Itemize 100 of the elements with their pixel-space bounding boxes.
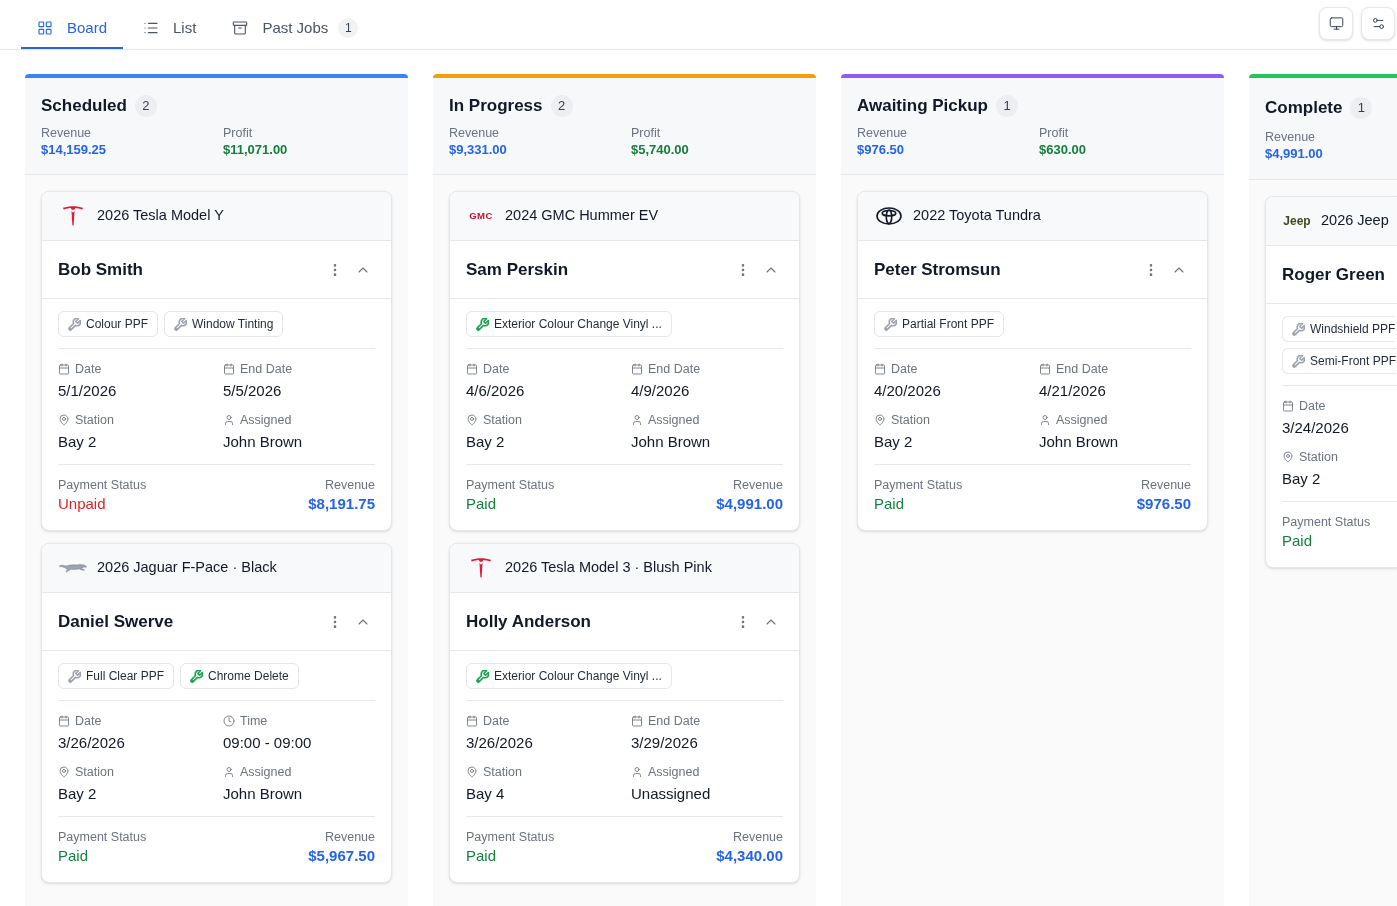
sliders-icon [1370, 16, 1386, 31]
person-icon [1039, 414, 1051, 426]
customer-name: Roger Green [1282, 263, 1385, 286]
field-label: Assigned [648, 764, 700, 780]
settings-button[interactable] [1361, 7, 1395, 40]
stat-value: $976.50 [857, 141, 904, 159]
count-badge: 2 [134, 95, 157, 117]
monitor-icon [1328, 16, 1344, 31]
stat-value: $5,740.00 [631, 141, 689, 159]
field-value: John Brown [223, 784, 303, 804]
field-label: Revenue [732, 477, 783, 493]
stat-label: Profit [223, 125, 253, 141]
field-value: Bay 2 [1282, 469, 1321, 489]
field-label: Date [75, 713, 102, 729]
display-button[interactable] [1319, 7, 1353, 40]
field-value: Bay 2 [874, 432, 913, 452]
vehicle-name: 2026 Tesla Model 3 · Blush Pink [505, 558, 712, 578]
field-label: Payment Status [1282, 514, 1371, 530]
service-tag: Chrome Delete [180, 663, 299, 689]
field-value: John Brown [1039, 432, 1119, 452]
calendar-icon [223, 363, 235, 375]
column-title: Scheduled [41, 95, 127, 118]
map-pin-icon [58, 766, 70, 778]
stat-value: $630.00 [1039, 141, 1086, 159]
field-label: Date [891, 361, 918, 377]
calendar-icon [58, 363, 70, 375]
field-label: Assigned [240, 764, 292, 780]
field-label: Station [1299, 449, 1338, 465]
clock-icon [223, 715, 235, 727]
view-tab[interactable]: Past Jobs 1 [216, 0, 375, 49]
stat-label: Revenue [857, 125, 908, 141]
field-value: 09:00 - 09:00 [223, 733, 312, 753]
revenue-amount: $5,967.50 [308, 846, 375, 866]
customer-name: Bob Smith [58, 258, 143, 281]
field-value: 5/5/2026 [223, 381, 282, 401]
field-value: 4/21/2026 [1039, 381, 1106, 401]
map-pin-icon [874, 414, 886, 426]
view-tab[interactable]: List [127, 0, 213, 49]
revenue-amount: $4,991.00 [716, 494, 783, 514]
calendar-icon [58, 715, 70, 727]
service-tag: Exterior Colour Change Vinyl ... [466, 663, 672, 689]
field-label: Revenue [732, 829, 783, 845]
stat-label: Revenue [1265, 129, 1316, 145]
job-card[interactable]: 2026 Tesla Model Y Bob Smith Colour PPF Window Tinting Date 5/1/2026 End Date 5/5/2026 Station Bay 2 Assigned John Brown Payment Status Unpaid Revenue $8,191.75 [41, 191, 392, 531]
field-label: Payment Status [58, 477, 147, 493]
count-badge: 2 [550, 95, 573, 117]
field-label: Date [1299, 398, 1326, 414]
brand-wordmark: Jeep [1283, 215, 1311, 227]
field-value: 3/26/2026 [466, 733, 533, 753]
field-value: 3/29/2026 [631, 733, 698, 753]
t-emblem-icon [471, 558, 491, 578]
vehicle-name: 2026 Tesla Model Y [97, 206, 224, 226]
field-label: End Date [648, 713, 701, 729]
payment-status: Paid [58, 846, 89, 866]
calendar-icon [466, 715, 478, 727]
job-card[interactable]: 2026 Tesla Model 3 · Blush Pink Holly Anderson Exterior Colour Change Vinyl ... Date 3/26/2026 End Date 3/29/2026 Station Bay 4 Assigned Unassigned Payment Status Paid Revenue $4,340.00 [449, 543, 800, 883]
calendar-icon [631, 715, 643, 727]
field-value: Unassigned [631, 784, 711, 804]
revenue-amount: $8,191.75 [308, 494, 375, 514]
job-card[interactable]: GMC 2024 GMC Hummer EV Sam Perskin Exterior Colour Change Vinyl ... Date 4/6/2026 End Date 4/9/2026 Station Bay 2 Assigned John Brown Payment Status Paid Revenue $4,991.00 [449, 191, 800, 531]
field-label: Payment Status [466, 477, 555, 493]
field-label: Assigned [1056, 412, 1108, 428]
field-label: Date [483, 361, 510, 377]
field-value: John Brown [631, 432, 711, 452]
payment-status: Paid [874, 494, 905, 514]
job-card[interactable]: 2022 Toyota Tundra Peter Stromsun Partial Front PPF Date 4/20/2026 End Date 4/21/2026 Station Bay 2 Assigned John Brown Payment Status Paid Revenue $976.50 [857, 191, 1208, 531]
leaping-cat-icon [59, 563, 87, 573]
count-badge: 1 [338, 18, 359, 38]
field-label: Payment Status [466, 829, 555, 845]
field-label: Date [75, 361, 102, 377]
stat-value: $9,331.00 [449, 141, 507, 159]
field-label: Station [75, 412, 114, 428]
calendar-icon [874, 363, 886, 375]
customer-name: Daniel Swerve [58, 610, 174, 633]
person-icon [223, 766, 235, 778]
field-value: 5/1/2026 [58, 381, 117, 401]
view-tab[interactable]: Board [21, 0, 124, 49]
map-pin-icon [1282, 451, 1294, 463]
customer-name: Sam Perskin [466, 258, 569, 281]
stat-value: $4,991.00 [1265, 145, 1323, 163]
payment-status: Paid [466, 846, 497, 866]
brand-wordmark: GMC [469, 211, 493, 221]
revenue-amount: $976.50 [1136, 494, 1191, 514]
service-tag: Colour PPF [58, 311, 159, 337]
field-label: Revenue [324, 829, 375, 845]
field-value: 4/6/2026 [466, 381, 525, 401]
service-tag: Partial Front PPF [874, 311, 1005, 337]
payment-status: Unpaid [58, 494, 106, 514]
field-value: 4/9/2026 [631, 381, 690, 401]
field-value: 4/20/2026 [874, 381, 941, 401]
field-label: Station [483, 764, 522, 780]
stat-label: Revenue [449, 125, 500, 141]
field-value: Bay 2 [58, 432, 97, 452]
calendar-icon [1282, 400, 1294, 412]
job-card[interactable]: Jeep 2026 Jeep Roger Green Windshield PPF Semi-Front PPF Date 3/24/2026 Station Bay 2 Payment Status Paid [1265, 196, 1397, 568]
field-label: End Date [240, 361, 293, 377]
field-value: 3/24/2026 [1282, 418, 1349, 438]
column-title: In Progress [449, 95, 543, 118]
job-card[interactable]: 2026 Jaguar F-Pace · Black Daniel Swerve Full Clear PPF Chrome Delete Date 3/26/2026 Time 09:00 - 09:00 Station Bay 2 Assigned John Brown Payment Status Paid Revenue $5,967.50 [41, 543, 392, 883]
field-label: Payment Status [874, 477, 963, 493]
